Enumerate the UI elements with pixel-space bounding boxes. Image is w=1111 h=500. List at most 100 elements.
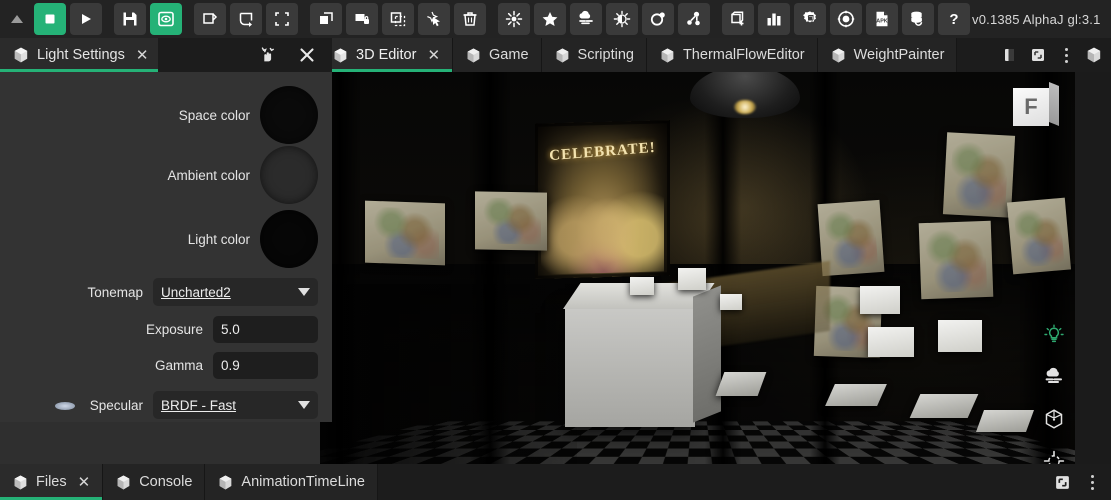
cube-icon <box>12 474 29 491</box>
light-settings-body: Space color Ambient color Light color To… <box>0 72 332 422</box>
tonemap-row: Tonemap Uncharted2 <box>14 278 318 306</box>
specular-select[interactable]: BRDF - Fast <box>153 391 318 419</box>
particles-button[interactable] <box>498 3 530 35</box>
wireframe-toggle-icon[interactable] <box>1041 406 1067 432</box>
viewport-3d[interactable]: CELEBRATE! <box>320 72 1075 464</box>
cube-icon <box>465 47 482 64</box>
node-graph-icon <box>685 10 703 28</box>
collapse-toolbar-button[interactable] <box>4 3 30 35</box>
space-color-swatch[interactable] <box>260 86 318 144</box>
reload-assets-button[interactable] <box>902 3 934 35</box>
wall-drawing <box>919 221 994 299</box>
bottom-tab-console[interactable]: Console <box>103 464 205 500</box>
gamma-input[interactable]: 0.9 <box>213 352 318 379</box>
cube-plus-icon <box>729 10 747 28</box>
exposure-input[interactable]: 5.0 <box>213 316 318 343</box>
app-root: APK ? v0.1385 AlphaJ gl:3.1 <box>0 0 1111 500</box>
light-settings-button[interactable] <box>606 3 638 35</box>
tab-overflow-menu[interactable] <box>1053 42 1079 68</box>
light-color-row: Light color <box>14 210 318 268</box>
stop-button[interactable] <box>34 3 66 35</box>
question-mark-icon: ? <box>945 10 963 28</box>
bottom-tab-animationtimeline[interactable]: AnimationTimeLine <box>205 464 378 500</box>
drawing-scribble <box>371 207 439 259</box>
play-button[interactable] <box>70 3 102 35</box>
drawing-scribble <box>1013 204 1064 268</box>
tab-game[interactable]: Game <box>453 38 542 72</box>
main-toolbar: APK ? v0.1385 AlphaJ gl:3.1 <box>0 0 1111 38</box>
new-tab-button[interactable] <box>1081 42 1107 68</box>
nodes-button[interactable] <box>678 3 710 35</box>
floppy-disk-icon <box>121 10 139 28</box>
close-files-tab-icon[interactable]: ✕ <box>78 475 91 490</box>
tonemap-select[interactable]: Uncharted2 <box>153 278 318 306</box>
light-toggle-icon[interactable] <box>1041 322 1067 348</box>
bottom-tab-files[interactable]: Files ✕ <box>0 464 103 500</box>
paper-sheet <box>630 277 654 295</box>
svg-text:APK: APK <box>876 19 887 25</box>
version-label: v0.1385 AlphaJ gl:3.1 <box>972 12 1101 27</box>
bottom-overflow-menu[interactable] <box>1079 469 1105 495</box>
close-light-settings-tab-icon[interactable]: ✕ <box>136 48 149 63</box>
close-icon <box>297 45 317 65</box>
maximize-bottom-panel-button[interactable] <box>1049 469 1075 495</box>
brightness-half-icon <box>613 10 631 28</box>
bottom-tab-label: Console <box>139 474 192 490</box>
tab-label: Game <box>489 47 529 63</box>
delete-button[interactable] <box>454 3 486 35</box>
help-button[interactable]: ? <box>938 3 970 35</box>
duplicate-button[interactable] <box>310 3 342 35</box>
ambient-color-swatch[interactable] <box>260 146 318 204</box>
stats-button[interactable] <box>758 3 790 35</box>
undock-panel-button[interactable] <box>997 42 1023 68</box>
fit-selection-button[interactable] <box>266 3 298 35</box>
wall-drawing <box>475 191 547 250</box>
maximize-panel-button[interactable] <box>1025 42 1051 68</box>
tab-weightpainter[interactable]: WeightPainter <box>818 38 958 72</box>
paper-sheet <box>976 410 1034 432</box>
close-panel-button[interactable] <box>294 42 320 68</box>
box-side-face <box>693 285 721 422</box>
lock-object-button[interactable] <box>346 3 378 35</box>
light-color-swatch[interactable] <box>260 210 318 268</box>
drop-object-button[interactable] <box>230 3 262 35</box>
tab-label: 3D Editor <box>356 47 416 63</box>
build-apk-button[interactable]: APK <box>866 3 898 35</box>
view-cube-front-label: F <box>1013 88 1049 126</box>
target-settings-button[interactable] <box>830 3 862 35</box>
physics-button[interactable] <box>642 3 674 35</box>
space-color-label: Space color <box>179 108 250 123</box>
panel-split-icon <box>1002 47 1018 63</box>
settings-button[interactable] <box>794 3 826 35</box>
drawing-scribble <box>481 197 541 244</box>
fog-button[interactable] <box>570 3 602 35</box>
save-button[interactable] <box>114 3 146 35</box>
view-cube-gizmo[interactable]: F <box>1013 84 1059 130</box>
tab-light-settings[interactable]: Light Settings ✕ <box>0 38 158 72</box>
tab-scripting[interactable]: Scripting <box>542 38 647 72</box>
gizmo-toggle-icon[interactable] <box>1041 448 1067 464</box>
add-object-button[interactable] <box>194 3 226 35</box>
select-area-button[interactable] <box>382 3 414 35</box>
fog-toggle-icon[interactable] <box>1041 364 1067 390</box>
bottom-tab-label: AnimationTimeLine <box>241 474 365 490</box>
tonemap-value: Uncharted2 <box>161 285 231 300</box>
tab-label: ThermalFlowEditor <box>683 47 805 63</box>
celebrate-poster: CELEBRATE! <box>535 120 670 279</box>
paper-sheet <box>910 394 979 418</box>
favorite-button[interactable] <box>534 3 566 35</box>
exposure-label: Exposure <box>146 322 203 337</box>
dock-panel-button[interactable] <box>254 42 280 68</box>
drawing-scribble <box>949 139 1009 212</box>
preview-button[interactable] <box>150 3 182 35</box>
tab-3d-editor[interactable]: 3D Editor ✕ <box>320 38 453 72</box>
white-box-object[interactable] <box>565 307 695 427</box>
close-tab-icon[interactable]: ✕ <box>427 48 440 63</box>
pick-cursor-button[interactable] <box>418 3 450 35</box>
wall-band <box>470 72 510 464</box>
apk-file-icon: APK <box>873 10 891 28</box>
chevron-down-icon <box>298 401 310 409</box>
drawing-scribble <box>824 206 878 269</box>
add-mesh-button[interactable] <box>722 3 754 35</box>
tab-thermalfloweditor[interactable]: ThermalFlowEditor <box>647 38 818 72</box>
